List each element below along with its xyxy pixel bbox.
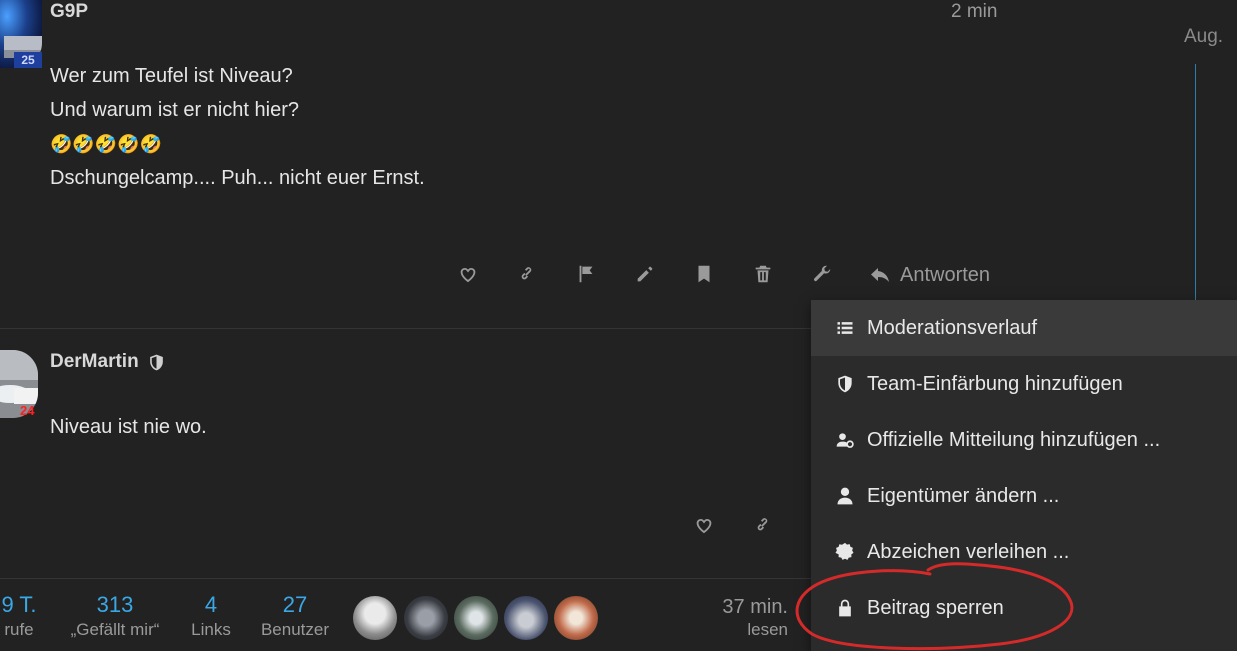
stat-likes: 313 „Gefällt mir“ (56, 592, 174, 642)
bookmark-icon (698, 265, 710, 283)
stat-label: Links (191, 620, 231, 639)
wrench-icon (813, 265, 831, 282)
post-line: 🤣🤣🤣🤣🤣 (50, 134, 163, 154)
post-line: Und warum ist er nicht hier? (50, 99, 299, 121)
stat-number: 9 T. (1, 592, 37, 617)
like-button[interactable] (692, 513, 716, 537)
participant-avatar[interactable] (454, 596, 498, 640)
avatar-badge: 24 (20, 403, 35, 418)
like-button[interactable] (456, 262, 480, 286)
read-time-number: 37 min. (722, 596, 788, 618)
heart-icon (460, 268, 476, 283)
timeline-date[interactable]: Aug. (1184, 26, 1223, 48)
edit-button[interactable] (633, 262, 657, 286)
stat-label: rufe (4, 620, 34, 639)
stat-number: 27 (282, 592, 308, 617)
post-line: Wer zum Teufel ist Niveau? (50, 65, 293, 87)
user-icon (833, 484, 857, 508)
post-username-text: DerMartin (50, 351, 139, 372)
list-icon (833, 316, 857, 340)
stat-links[interactable]: 4 Links (184, 592, 238, 642)
menu-item-label: Team-Einfärbung hinzufügen (867, 372, 1123, 395)
shield-icon (833, 372, 857, 396)
annotation-circle (795, 562, 1074, 651)
link-icon (757, 518, 768, 531)
flag-icon (579, 265, 593, 283)
post-divider (0, 328, 811, 329)
share-link-button[interactable] (751, 513, 775, 537)
post-line: Dschungelcamp.... Puh... nicht euer Erns… (50, 167, 425, 189)
read-time-label: lesen (747, 620, 788, 639)
post-body: Niveau ist nie wo. (50, 410, 207, 444)
post-line: Niveau ist nie wo. (50, 416, 207, 438)
read-time: 37 min. lesen (690, 595, 788, 641)
trash-icon (755, 265, 771, 283)
menu-item-official-notice[interactable]: Offizielle Mitteilung hinzufügen ... (811, 412, 1237, 468)
user-official-icon (833, 428, 857, 452)
reply-icon (871, 268, 889, 282)
stat-label: „Gefällt mir“ (70, 620, 160, 639)
summary-divider (0, 578, 811, 579)
menu-item-team-color[interactable]: Team-Einfärbung hinzufügen (811, 356, 1237, 412)
link-icon (521, 267, 532, 280)
delete-button[interactable] (751, 262, 775, 286)
participant-avatar[interactable] (504, 596, 548, 640)
bookmark-button[interactable] (692, 262, 716, 286)
shield-icon (149, 354, 163, 370)
stat-number: 4 (204, 592, 218, 617)
post-username[interactable]: G9P (50, 1, 88, 23)
post-time[interactable]: 2 min (951, 1, 997, 23)
menu-item-label: Eigentümer ändern ... (867, 484, 1060, 507)
stat-users: 27 Benutzer (252, 592, 338, 642)
menu-item-label: Moderationsverlauf (867, 316, 1038, 339)
participant-avatar[interactable] (554, 596, 598, 640)
share-link-button[interactable] (515, 262, 539, 286)
menu-item-moderation-history[interactable]: Moderationsverlauf (811, 300, 1237, 356)
flag-button[interactable] (574, 262, 598, 286)
post-username[interactable]: DerMartin (50, 351, 166, 373)
heart-icon (696, 519, 712, 534)
menu-item-change-owner[interactable]: Eigentümer ändern ... (811, 468, 1237, 524)
stat-label: Benutzer (260, 620, 330, 639)
stat-views: 9 T. rufe (0, 592, 46, 642)
avatar-badge: 25 (14, 52, 42, 68)
post-body: Wer zum Teufel ist Niveau? Und warum ist… (50, 59, 425, 195)
admin-wrench-button[interactable] (810, 262, 834, 286)
stat-number: 313 (96, 592, 134, 617)
reply-button[interactable]: Antworten (868, 262, 990, 288)
participant-avatar[interactable] (353, 596, 397, 640)
pencil-icon (637, 266, 653, 282)
menu-item-label: Offizielle Mitteilung hinzufügen ... (867, 428, 1161, 451)
timeline-scroll-track[interactable] (1195, 64, 1196, 300)
reply-label: Antworten (900, 263, 991, 286)
participant-avatar[interactable] (404, 596, 448, 640)
